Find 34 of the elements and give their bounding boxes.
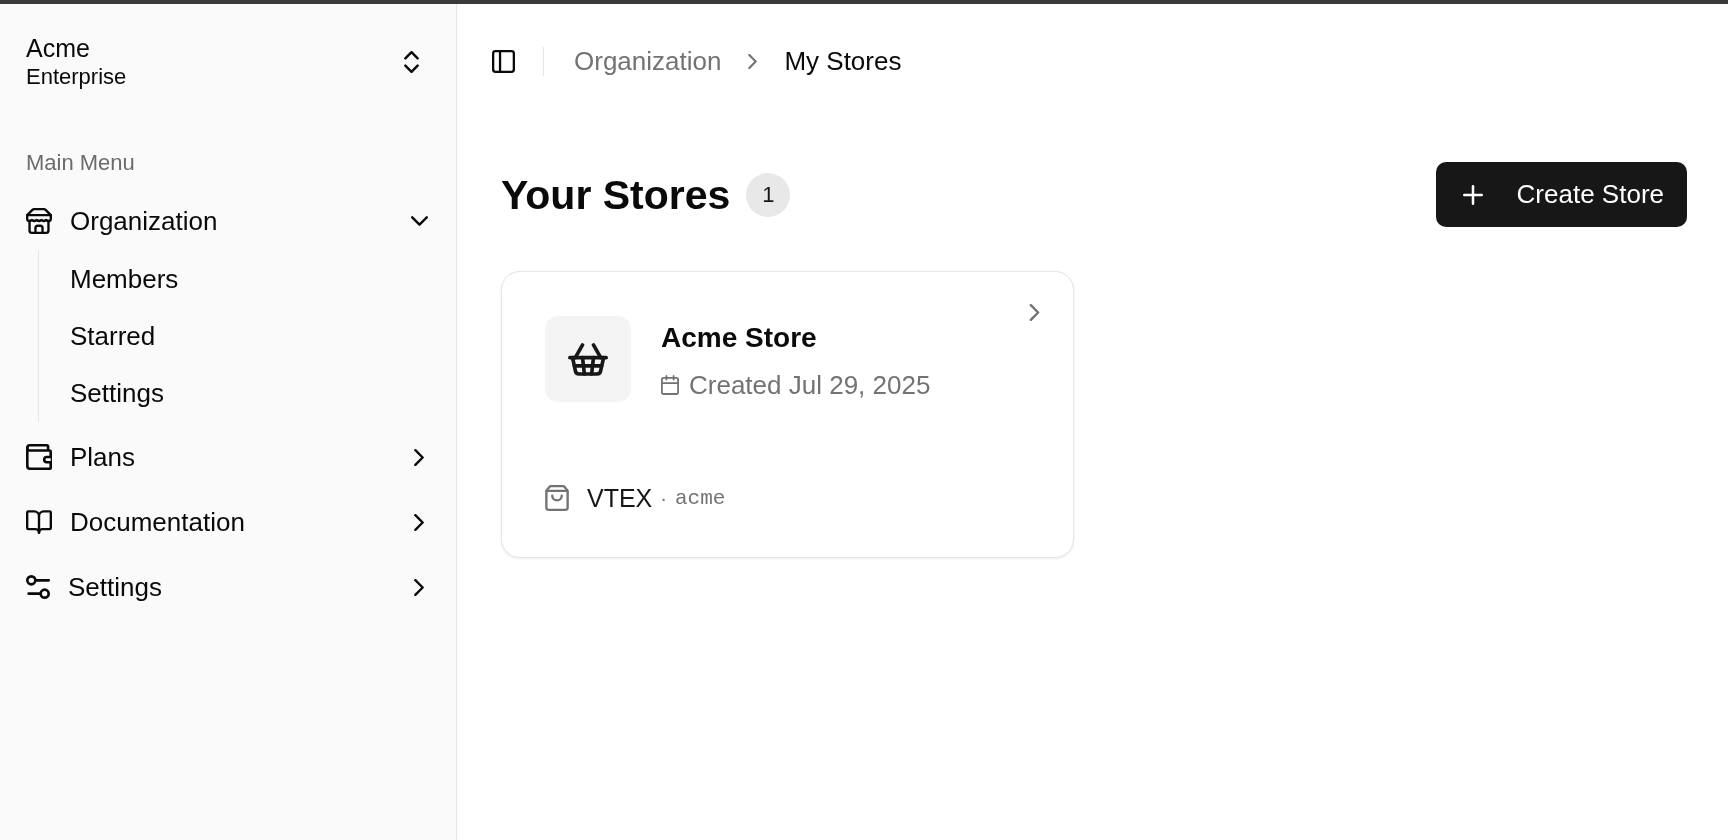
store-handle: acme	[674, 486, 726, 510]
nav-item[interactable]: Organization	[18, 191, 428, 251]
wallet-icon	[26, 444, 52, 470]
organization-plan: Enterprise	[26, 63, 127, 91]
organization-name: Acme	[26, 33, 90, 63]
created-date: Created Jul 29, 2025	[689, 369, 931, 402]
nav-subitem[interactable]: Members	[62, 251, 428, 308]
chevrons-up-down-icon	[404, 51, 419, 73]
breadcrumb-link[interactable]: Organization	[574, 45, 722, 77]
nav-item[interactable]: Plans	[18, 427, 428, 487]
platform-name: VTEX	[587, 483, 653, 513]
sliders-icon	[26, 575, 50, 599]
organization-switcher[interactable]: Acme Enterprise	[18, 33, 428, 91]
page-title: Your Stores	[501, 170, 731, 220]
sidebar-panel-icon	[492, 49, 515, 73]
basket-icon	[545, 316, 631, 402]
shopping-bag-icon	[545, 485, 569, 511]
create-store-button[interactable]: Create Store	[1435, 162, 1687, 227]
breadcrumb-current-page: My Stores	[784, 45, 902, 77]
open-book-icon	[26, 510, 52, 534]
store-card[interactable]: Acme Store Created Jul 29, 2025 VTEX · acme	[501, 271, 1074, 558]
nav-subitem[interactable]: Settings	[62, 365, 428, 422]
chevron-right-icon	[1029, 304, 1040, 321]
calendar-icon	[661, 375, 679, 395]
separator-dot: ·	[660, 486, 667, 510]
count-badge: 1	[746, 172, 791, 217]
store-name: Acme Store	[661, 321, 817, 355]
chevron-right-icon	[748, 53, 758, 69]
nav-item[interactable]: Settings	[18, 557, 428, 617]
section-label: Main Menu	[26, 149, 135, 177]
nav-subitem[interactable]: Starred	[62, 308, 428, 365]
plus-icon	[1462, 184, 1483, 205]
store-icon	[26, 208, 52, 234]
nav-item[interactable]: Documentation	[18, 492, 428, 552]
